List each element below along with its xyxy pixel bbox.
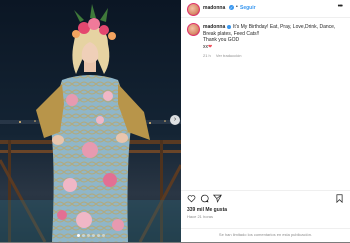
carousel-dot [91, 234, 95, 237]
separator-dot: • [236, 4, 238, 10]
caption-text: madonna It's My Birthday! Eat, Pray, Lov… [203, 24, 343, 50]
username-link[interactable]: madonna [203, 5, 225, 11]
heart-emoji: ❤ [208, 43, 213, 50]
post-modal: › madonna ✓ • Seguir ••• madonna It's My… [0, 0, 350, 242]
post-time-ago: Hace 21 horas [187, 214, 214, 219]
comment-icon[interactable] [200, 194, 209, 203]
verified-badge-icon [226, 24, 231, 29]
share-icon[interactable] [213, 194, 222, 203]
photo-illustration [0, 4, 181, 242]
comment-meta: 21 h Ver traducción [203, 53, 242, 58]
carousel-dots [0, 234, 181, 237]
heart-icon[interactable] [187, 194, 196, 203]
verified-badge-icon: ✓ [229, 5, 234, 10]
comment-age: 21 h [203, 53, 211, 58]
avatar[interactable] [187, 3, 200, 16]
carousel-dot [86, 234, 90, 237]
carousel-next-button[interactable]: › [170, 115, 180, 125]
post-header: madonna ✓ • Seguir ••• [181, 0, 350, 18]
caption-username[interactable]: madonna [203, 24, 225, 30]
bookmark-icon[interactable] [335, 194, 344, 203]
comments-disabled-notice: Se han limitado los comentarios en esta … [181, 228, 350, 243]
carousel-dot [96, 234, 100, 237]
carousel-dot [101, 234, 105, 237]
carousel-dot-active [76, 234, 80, 237]
see-translation-link[interactable]: Ver traducción [216, 53, 242, 58]
post-side-panel: madonna ✓ • Seguir ••• madonna It's My B… [181, 0, 350, 242]
avatar[interactable] [187, 23, 200, 36]
follow-button[interactable]: Seguir [240, 5, 256, 11]
like-count[interactable]: 339 mil Me gusta [187, 207, 227, 213]
action-bar [181, 190, 350, 203]
more-options-icon[interactable]: ••• [338, 3, 343, 10]
carousel-dot [81, 234, 85, 237]
caption-line-2: Thank you GOD [203, 37, 240, 43]
post-photo[interactable]: › [0, 0, 181, 242]
